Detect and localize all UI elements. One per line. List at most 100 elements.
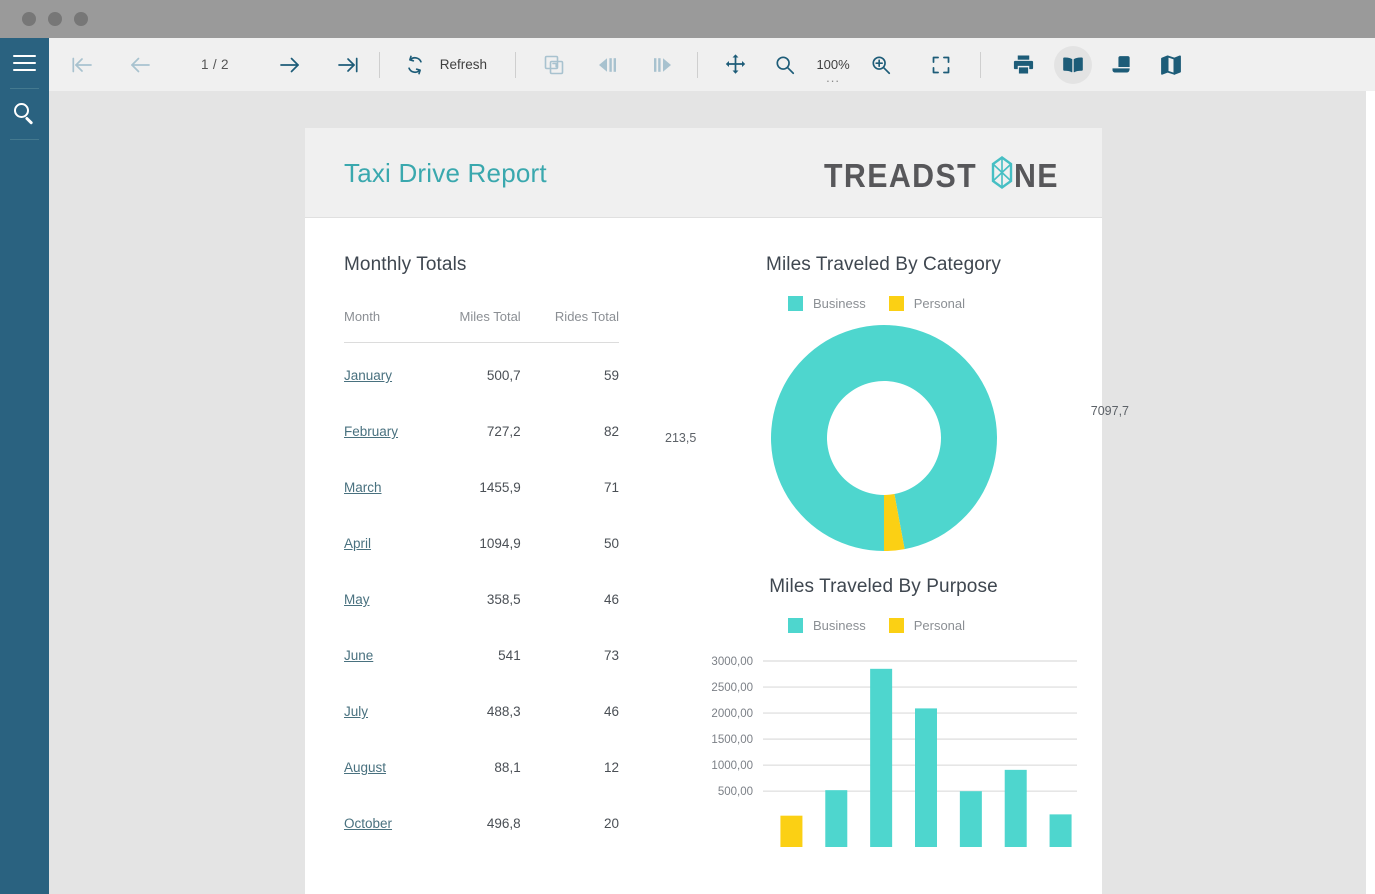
zoom-in-button[interactable] bbox=[862, 46, 900, 84]
zoom-more-icon: ... bbox=[811, 71, 855, 84]
cell-miles-total: 88,1 bbox=[427, 740, 521, 796]
cell-rides-total: 71 bbox=[521, 460, 619, 516]
cell-miles-total: 358,5 bbox=[427, 572, 521, 628]
next-group-button[interactable] bbox=[643, 46, 681, 84]
print-button[interactable] bbox=[1004, 46, 1042, 84]
menu-button[interactable] bbox=[0, 38, 49, 88]
cell-rides-total: 50 bbox=[521, 516, 619, 572]
month-link[interactable]: July bbox=[344, 704, 368, 719]
book-view-button[interactable] bbox=[1054, 46, 1092, 84]
month-link[interactable]: March bbox=[344, 480, 382, 495]
column-header-rides-total: Rides Total bbox=[521, 309, 619, 343]
month-link[interactable]: June bbox=[344, 648, 373, 663]
cell-month: June bbox=[344, 628, 427, 684]
y-axis-tick-label: 2500,00 bbox=[711, 682, 753, 694]
month-link[interactable]: April bbox=[344, 536, 371, 551]
minimize-dot[interactable] bbox=[48, 12, 62, 26]
search-button[interactable] bbox=[0, 89, 49, 139]
cell-miles-total: 500,7 bbox=[427, 343, 521, 404]
y-axis-tick-label: 2000,00 bbox=[711, 708, 753, 720]
cell-month: March bbox=[344, 460, 427, 516]
vertical-scrollbar[interactable] bbox=[1366, 91, 1375, 894]
hamburger-icon bbox=[13, 50, 36, 75]
fit-page-button[interactable] bbox=[922, 46, 960, 84]
cell-rides-total: 46 bbox=[521, 572, 619, 628]
sidebar-divider-2 bbox=[10, 139, 39, 140]
cell-month: February bbox=[344, 404, 427, 460]
table-body: January500,759February727,282March1455,9… bbox=[344, 343, 619, 852]
legend-item-personal-bar[interactable]: Personal bbox=[889, 618, 965, 633]
month-link[interactable]: May bbox=[344, 592, 370, 607]
left-sidebar bbox=[0, 38, 49, 894]
monthly-totals-table: Month Miles Total Rides Total January 500… bbox=[344, 309, 619, 852]
cell-rides-total: 46 bbox=[521, 684, 619, 740]
table-row: May 358,546 bbox=[344, 572, 619, 628]
legend-swatch-personal-bar bbox=[889, 618, 904, 633]
cell-miles-total: 541 bbox=[427, 628, 521, 684]
y-axis-tick-label: 3000,00 bbox=[711, 656, 753, 668]
donut-plot-area: 213,5 7097,7 bbox=[701, 323, 1066, 568]
column-header-miles-total: Miles Total bbox=[427, 309, 521, 343]
refresh-label[interactable]: Refresh bbox=[434, 57, 487, 72]
legend-label-personal: Personal bbox=[914, 296, 965, 311]
viewer-toolbar: 1 / 2 Refresh bbox=[49, 38, 1375, 91]
close-dot[interactable] bbox=[22, 12, 36, 26]
next-page-button[interactable] bbox=[271, 46, 309, 84]
treadstone-logo: TREADST NE bbox=[824, 156, 1063, 194]
purpose-chart-legend: Business Personal bbox=[701, 618, 1066, 633]
month-link[interactable]: October bbox=[344, 816, 392, 831]
scroll-view-button[interactable] bbox=[1102, 46, 1140, 84]
legend-label-business-bar: Business bbox=[813, 618, 866, 633]
donut-value-business: 7097,7 bbox=[1091, 404, 1129, 418]
legend-label-personal-bar: Personal bbox=[914, 618, 965, 633]
bar-business-3[interactable] bbox=[915, 708, 937, 847]
bar-chart-svg[interactable]: 3000,002500,002000,001500,001000,00500,0… bbox=[701, 647, 1081, 847]
legend-swatch-personal bbox=[889, 296, 904, 311]
legend-item-business-bar[interactable]: Business bbox=[788, 618, 866, 633]
bar-plot-area: 3000,002500,002000,001500,001000,00500,0… bbox=[701, 647, 1066, 847]
zoom-out-button[interactable] bbox=[766, 46, 804, 84]
refresh-button[interactable] bbox=[396, 46, 434, 84]
category-chart-title: Miles Traveled By Category bbox=[701, 254, 1066, 276]
bar-business-4[interactable] bbox=[960, 791, 982, 847]
toolbar-divider-2 bbox=[515, 52, 516, 78]
previous-group-button[interactable] bbox=[589, 46, 627, 84]
column-header-month: Month bbox=[344, 309, 427, 343]
table-row: October496,820 bbox=[344, 796, 619, 852]
legend-label-business: Business bbox=[813, 296, 866, 311]
monthly-totals-section: Monthly Totals Month Miles Total Rides T… bbox=[344, 254, 664, 852]
maximize-dot[interactable] bbox=[74, 12, 88, 26]
bar-personal-0[interactable] bbox=[780, 816, 802, 847]
cell-month: April bbox=[344, 516, 427, 572]
first-page-button[interactable] bbox=[63, 46, 101, 84]
pan-button[interactable] bbox=[716, 46, 754, 84]
legend-item-personal[interactable]: Personal bbox=[889, 296, 965, 311]
bar-business-6[interactable] bbox=[1050, 814, 1072, 847]
month-link[interactable]: February bbox=[344, 424, 398, 439]
document-viewer[interactable]: Taxi Drive Report TREADST NE Monthly Tot… bbox=[49, 91, 1366, 894]
map-view-button[interactable] bbox=[1152, 46, 1190, 84]
month-link[interactable]: January bbox=[344, 368, 392, 383]
copy-button[interactable] bbox=[535, 46, 573, 84]
toolbar-divider-3 bbox=[697, 52, 698, 78]
cell-rides-total: 73 bbox=[521, 628, 619, 684]
category-chart: Miles Traveled By Category Business Pers… bbox=[701, 254, 1066, 568]
month-link[interactable]: August bbox=[344, 760, 386, 775]
page-title: Taxi Drive Report bbox=[344, 158, 547, 189]
legend-swatch-business-bar bbox=[788, 618, 803, 633]
bar-business-2[interactable] bbox=[870, 669, 892, 847]
donut-chart-svg[interactable] bbox=[770, 323, 998, 553]
category-chart-legend: Business Personal bbox=[701, 296, 1066, 311]
charts-section: Miles Traveled By Category Business Pers… bbox=[701, 254, 1066, 847]
bar-business-5[interactable] bbox=[1005, 770, 1027, 847]
table-row: January500,759 bbox=[344, 343, 619, 404]
table-row: June 54173 bbox=[344, 628, 619, 684]
last-page-button[interactable] bbox=[329, 46, 367, 84]
previous-page-button[interactable] bbox=[121, 46, 159, 84]
purpose-chart: Miles Traveled By Purpose Business Perso… bbox=[701, 576, 1066, 847]
cell-rides-total: 12 bbox=[521, 740, 619, 796]
legend-item-business[interactable]: Business bbox=[788, 296, 866, 311]
zoom-level-control[interactable]: 100% ... bbox=[811, 58, 855, 71]
bar-business-1[interactable] bbox=[825, 790, 847, 847]
page-indicator[interactable]: 1 / 2 bbox=[195, 57, 235, 72]
